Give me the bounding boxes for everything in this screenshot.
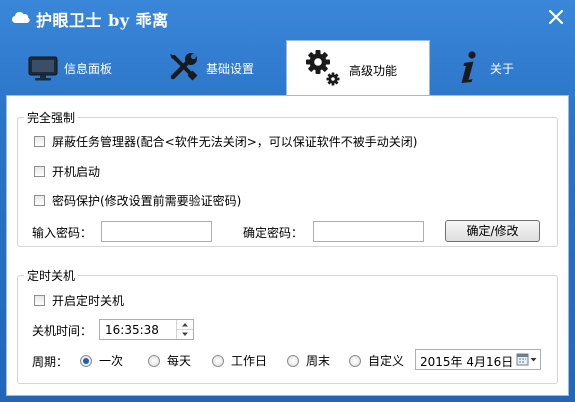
period-once-radio[interactable] (80, 354, 92, 367)
advanced-panel: 完全强制 屏蔽任务管理器(配合<软件无法关闭>，可以保证软件不被手动关闭) 开机… (6, 95, 569, 396)
password-protect-row[interactable]: 密码保护(修改设置前需要验证密码) (34, 192, 241, 209)
autostart-row[interactable]: 开机启动 (34, 163, 100, 180)
autostart-checkbox[interactable] (34, 166, 45, 177)
password-label: 输入密码： (32, 226, 93, 240)
tools-icon (170, 53, 198, 81)
time-spinner (176, 320, 193, 339)
password-protect-checkbox[interactable] (34, 195, 45, 206)
period-daily-option[interactable]: 每天 (148, 352, 191, 369)
hide-taskmgr-row[interactable]: 屏蔽任务管理器(配合<软件无法关闭>，可以保证软件不被手动关闭) (34, 133, 417, 150)
password-input[interactable] (101, 221, 212, 242)
period-daily-radio[interactable] (148, 354, 160, 367)
enable-shutdown-label: 开启定时关机 (52, 294, 125, 308)
window-title: 护眼卫士 by 乖离 (36, 11, 169, 30)
period-daily-label: 每天 (167, 354, 192, 368)
period-weekend-option[interactable]: 周末 (287, 352, 330, 369)
title-bar: 护眼卫士 by 乖离 (0, 0, 575, 36)
period-custom-option[interactable]: 自定义 (349, 352, 404, 369)
tab-label: 信息面板 (64, 62, 113, 76)
period-workday-radio[interactable] (212, 354, 224, 367)
hide-taskmgr-label: 屏蔽任务管理器(配合<软件无法关闭>，可以保证软件不被手动关闭) (52, 135, 418, 149)
app-window: 护眼卫士 by 乖离 信息面板 基础设置 高级功能 关于 完全强制 屏蔽任务管理… (0, 0, 575, 402)
shutdown-date-value: 2015年 4月16日 (420, 355, 514, 369)
shutdown-group-title: 定时关机 (24, 267, 79, 284)
confirm-password-input[interactable] (313, 221, 424, 242)
spin-up-icon[interactable] (177, 320, 193, 330)
tab-about[interactable]: 关于 (440, 40, 560, 94)
spin-down-icon[interactable] (177, 330, 193, 339)
monitor-icon (28, 56, 58, 81)
shutdown-time-value[interactable]: 16:35:38 (105, 323, 159, 337)
tab-info-panel[interactable]: 信息面板 (14, 40, 142, 94)
period-workday-label: 工作日 (231, 354, 268, 368)
period-workday-option[interactable]: 工作日 (212, 352, 267, 369)
tab-label: 基础设置 (206, 62, 255, 76)
period-custom-label: 自定义 (368, 354, 405, 368)
tab-basic-settings[interactable]: 基础设置 (154, 40, 282, 94)
calendar-dropdown-icon[interactable] (516, 352, 538, 367)
period-custom-radio[interactable] (349, 354, 361, 367)
period-weekend-label: 周末 (306, 354, 331, 368)
confirm-modify-button[interactable]: 确定/修改 (445, 220, 540, 242)
confirm-password-label: 确定密码： (243, 226, 304, 240)
close-icon[interactable] (545, 6, 567, 28)
cloud-icon (12, 12, 30, 23)
hide-taskmgr-checkbox[interactable] (34, 136, 45, 147)
period-once-label: 一次 (99, 354, 124, 368)
enable-shutdown-checkbox[interactable] (34, 295, 45, 306)
period-once-option[interactable]: 一次 (80, 352, 123, 369)
period-label: 周期： (32, 355, 69, 369)
tab-bar: 信息面板 基础设置 高级功能 关于 (0, 40, 575, 96)
tab-advanced[interactable]: 高级功能 (286, 40, 430, 96)
tab-label: 高级功能 (349, 64, 398, 78)
info-icon (461, 51, 476, 83)
password-protect-label: 密码保护(修改设置前需要验证密码) (52, 194, 242, 208)
shutdown-date-picker[interactable]: 2015年 4月16日 (415, 349, 541, 370)
enable-shutdown-row[interactable]: 开启定时关机 (34, 292, 124, 309)
tab-label: 关于 (490, 62, 515, 76)
autostart-label: 开机启动 (52, 165, 101, 179)
shutdown-time-picker[interactable]: 16:35:38 (99, 319, 194, 340)
force-group-title: 完全强制 (24, 109, 79, 126)
period-weekend-radio[interactable] (287, 354, 299, 367)
gears-icon (306, 50, 340, 86)
shutdown-time-label: 关机时间： (32, 324, 93, 338)
